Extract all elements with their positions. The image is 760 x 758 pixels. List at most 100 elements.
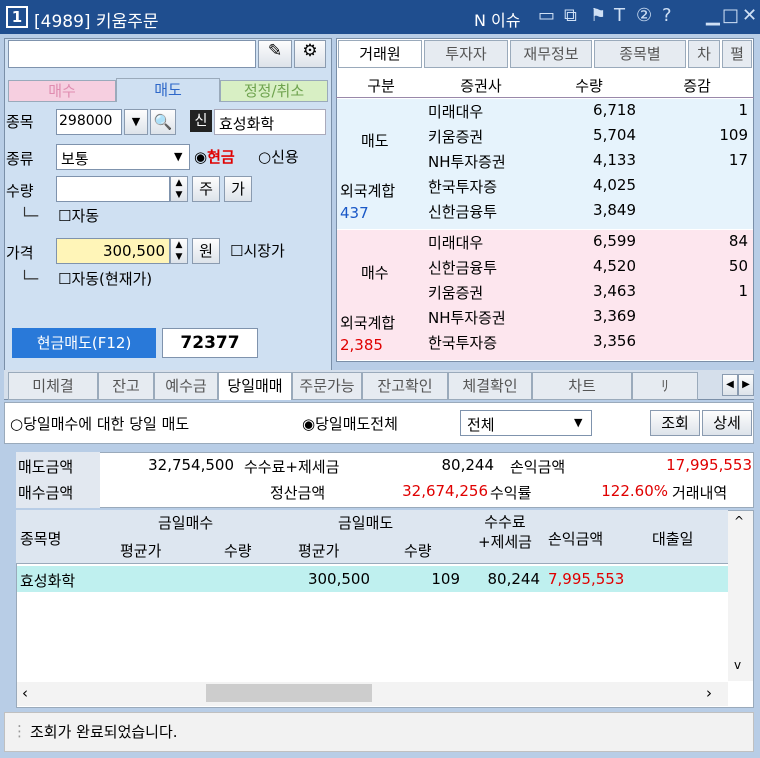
radio-cash[interactable]: ◉현금 xyxy=(194,146,235,167)
row-sell-qty: 109 xyxy=(431,570,460,588)
broker-tab-4[interactable]: 차 xyxy=(688,40,720,68)
radio-credit[interactable]: ○신용 xyxy=(258,146,299,167)
tab-7[interactable]: 차트 xyxy=(532,372,632,400)
rate-label: 수익률 xyxy=(490,484,532,502)
list-item: 4,133 xyxy=(593,151,636,169)
tab-buy[interactable]: 매수 xyxy=(8,80,116,102)
status-text: 조회가 완료되었습니다. xyxy=(30,723,178,741)
grid-h-fee: 수수료 +제세금 xyxy=(478,513,532,551)
radio-same-day-buy-sell[interactable]: ○당일매수에 대한 당일 매도 xyxy=(10,413,189,434)
list-item: 신한금융투 xyxy=(428,259,498,277)
tab-2[interactable]: 예수금 xyxy=(154,372,218,400)
qty-calc-button[interactable]: 가 xyxy=(224,176,252,202)
radio-all-sells[interactable]: ◉당일매도전체 xyxy=(302,413,398,434)
qty-share-button[interactable]: 주 xyxy=(192,176,220,202)
broker-tab-3[interactable]: 종목별 xyxy=(594,40,686,68)
filter-dropdown-icon[interactable]: ▼ xyxy=(574,416,582,429)
tab-scroll-left-icon[interactable]: ◀ xyxy=(722,374,738,396)
cash-sell-button[interactable]: 현금매도(F12) xyxy=(12,328,156,358)
search-icon[interactable]: 🔍 xyxy=(150,109,176,135)
horizontal-scroll-thumb[interactable] xyxy=(206,684,372,702)
list-item: 한국투자증 xyxy=(428,334,498,352)
price-input[interactable]: 300,500 xyxy=(56,238,170,264)
price-label: 가격 xyxy=(6,244,34,262)
close-icon[interactable]: ✕ xyxy=(742,5,757,26)
broker-tab-0[interactable]: 거래원 xyxy=(338,40,422,68)
detail-button[interactable]: 상세 xyxy=(702,410,752,436)
header-qty: 수량 xyxy=(575,77,603,95)
minimize-icon[interactable]: ▁ xyxy=(706,5,720,26)
tab-6[interactable]: 체결확인 xyxy=(448,372,532,400)
help-icon[interactable]: ? xyxy=(662,5,672,26)
list-item: NH투자증권 xyxy=(428,153,506,171)
tab-3[interactable]: 당일매매 xyxy=(218,372,292,400)
horizontal-scrollbar[interactable] xyxy=(17,682,728,706)
window-layout-icon[interactable]: ▭ xyxy=(538,5,555,26)
stock-code-input[interactable]: 298000 xyxy=(56,109,122,135)
tab-4[interactable]: 주문가능 xyxy=(292,372,362,400)
list-item: 3,356 xyxy=(593,332,636,350)
history-button[interactable]: 거래내역 xyxy=(672,482,727,503)
row-name: 효성화학 xyxy=(20,572,76,590)
scroll-up-icon[interactable]: ^ xyxy=(734,514,744,528)
auto-current-price-checkbox[interactable]: ☐자동(현재가) xyxy=(58,268,152,289)
broker-tab-1[interactable]: 투자자 xyxy=(424,40,508,68)
news-issue-button[interactable]: N 이슈 xyxy=(474,7,521,31)
sell-amount: 32,754,500 xyxy=(148,456,234,474)
new-listing-badge: 신 xyxy=(190,110,212,132)
query-button[interactable]: 조회 xyxy=(650,410,700,436)
price-unit-button[interactable]: 원 xyxy=(192,238,220,264)
grid-h-sell: 금일매도 xyxy=(338,514,394,532)
quantity-input[interactable] xyxy=(56,176,170,202)
maximize-icon[interactable]: □ xyxy=(722,5,739,26)
status-grip-icon: ⋮ xyxy=(12,722,27,740)
stock-name-field: 효성화학 xyxy=(214,109,326,135)
broker-header: 구분 증권사 수량 증감 xyxy=(336,72,754,98)
broker-tab-5[interactable]: 펼 xyxy=(722,40,752,68)
edit-icon[interactable]: ✎ xyxy=(258,40,292,68)
tab-0[interactable]: 미체결 xyxy=(8,372,98,400)
gear-icon[interactable]: ⚙ xyxy=(294,40,326,68)
indent-mark: └─ xyxy=(20,207,39,225)
quantity-stepper[interactable]: ▲ ▼ xyxy=(170,176,188,202)
list-item: 17 xyxy=(728,151,748,169)
row-pl: 7,995,553 xyxy=(548,570,625,588)
text-size-icon[interactable]: T xyxy=(614,5,625,26)
tab-modify-cancel[interactable]: 정정/취소 xyxy=(220,80,328,102)
tab-sell[interactable]: 매도 xyxy=(116,78,220,102)
list-item: NH투자증권 xyxy=(428,309,506,327)
price-stepper[interactable]: ▲ ▼ xyxy=(170,238,188,264)
sell-amount-label: 매도금액 xyxy=(18,458,74,476)
filter-select[interactable]: 전체 xyxy=(460,410,592,436)
grid-h-buy-avg: 평균가 xyxy=(120,542,162,560)
tab-5[interactable]: 잔고확인 xyxy=(362,372,448,400)
foreign-total-value-1: 437 xyxy=(340,204,369,222)
list-item: 50 xyxy=(728,257,748,275)
account-select[interactable] xyxy=(8,40,256,68)
order-type-select[interactable]: 보통 xyxy=(56,144,190,170)
type-label: 종류 xyxy=(6,150,34,168)
account-password[interactable]: 72377 xyxy=(162,328,258,358)
scroll-right-icon[interactable]: › xyxy=(706,684,712,702)
auto-qty-checkbox[interactable]: ☐자동 xyxy=(58,205,99,226)
tab-8[interactable]: ﾘ xyxy=(632,372,698,400)
buy-label: 매수 xyxy=(361,264,389,282)
market-price-checkbox[interactable]: ☐시장가 xyxy=(230,240,285,261)
list-item: 한국투자증 xyxy=(428,178,498,196)
tab-scroll-right-icon[interactable]: ▶ xyxy=(738,374,754,396)
list-item: 키움증권 xyxy=(428,128,484,146)
scroll-down-icon[interactable]: v xyxy=(734,658,741,672)
screen-number-icon[interactable]: ② xyxy=(636,5,652,26)
broker-tab-2[interactable]: 재무정보 xyxy=(510,40,592,68)
vertical-scrollbar[interactable] xyxy=(728,511,753,681)
tab-1[interactable]: 잔고 xyxy=(98,372,154,400)
link-icon[interactable]: ⚑ xyxy=(590,5,606,26)
type-dropdown-icon[interactable]: ▼ xyxy=(174,150,182,163)
header-broker: 증권사 xyxy=(460,77,502,95)
list-item: 6,599 xyxy=(593,232,636,250)
grid-h-loan: 대출일 xyxy=(652,530,694,548)
code-dropdown-icon[interactable]: ▼ xyxy=(124,109,148,135)
header-change: 증감 xyxy=(683,77,711,95)
scroll-left-icon[interactable]: ‹ xyxy=(22,684,28,702)
copy-window-icon[interactable]: ⧉ xyxy=(564,5,577,26)
